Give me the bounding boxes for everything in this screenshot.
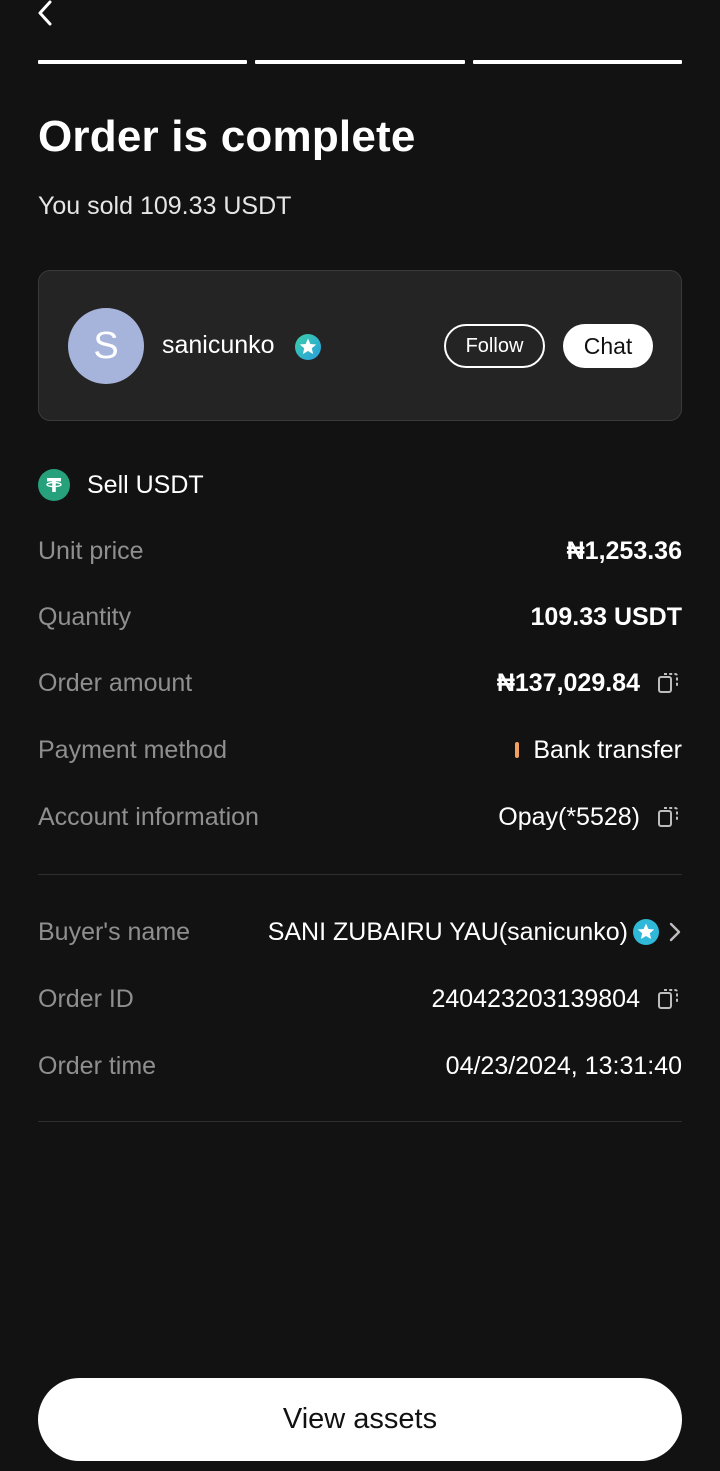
- progress-step: [472, 60, 682, 64]
- detail-row-order-time: Order time 04/23/2024, 13:31:40: [38, 1046, 682, 1086]
- order-type-label: Sell USDT: [87, 470, 204, 499]
- order-id-value: 240423203139804: [431, 984, 640, 1013]
- counterparty-card: S sanicunko Follow Chat: [38, 270, 682, 421]
- page-title: Order is complete: [38, 112, 416, 161]
- page-subtitle: You sold 109.33 USDT: [38, 192, 292, 220]
- order-id-group: 240423203139804: [431, 985, 682, 1014]
- order-amount-value: ₦137,029.84: [496, 668, 640, 697]
- usdt-coin-icon: [38, 469, 70, 501]
- follow-button[interactable]: Follow: [444, 324, 545, 368]
- verified-star-icon: [633, 919, 659, 945]
- detail-row-buyer-name[interactable]: Buyer's name SANI ZUBAIRU YAU(sanicunko): [38, 912, 682, 952]
- detail-label: Account information: [38, 802, 259, 831]
- detail-label: Quantity: [38, 602, 132, 631]
- detail-row-order-id: Order ID 240423203139804: [38, 979, 682, 1019]
- payment-method-indicator: [515, 742, 520, 758]
- payment-method-group: Bank transfer: [515, 736, 682, 765]
- detail-row-payment-method: Payment method Bank transfer: [38, 730, 682, 770]
- divider: [38, 874, 682, 875]
- detail-row-quantity: Quantity 109.33 USDT: [38, 597, 682, 637]
- detail-label: Payment method: [38, 735, 227, 764]
- chevron-left-icon: [38, 0, 52, 26]
- divider: [38, 1121, 682, 1122]
- avatar[interactable]: S: [68, 308, 144, 384]
- progress-step: [255, 60, 465, 64]
- counterparty-name[interactable]: sanicunko: [162, 331, 275, 360]
- detail-label: Buyer's name: [38, 917, 191, 946]
- detail-label: Order ID: [38, 984, 134, 1013]
- detail-label: Order time: [38, 1051, 157, 1080]
- quantity-value: 109.33 USDT: [530, 602, 682, 631]
- order-time-value: 04/23/2024, 13:31:40: [445, 1051, 682, 1080]
- order-amount-group: ₦137,029.84: [497, 669, 682, 698]
- account-information-value: Opay(*5528): [498, 802, 640, 831]
- detail-row-order-amount: Order amount ₦137,029.84: [38, 663, 682, 703]
- progress-step: [38, 60, 248, 64]
- account-information-group: Opay(*5528): [498, 803, 682, 832]
- verified-star-icon: [295, 334, 321, 360]
- copy-icon[interactable]: [654, 669, 682, 697]
- order-progress: [38, 60, 682, 64]
- detail-label: Unit price: [38, 536, 144, 565]
- buyer-name-value: SANI ZUBAIRU YAU(sanicunko): [267, 917, 628, 946]
- back-button[interactable]: [30, 0, 60, 26]
- buyer-name-group[interactable]: SANI ZUBAIRU YAU(sanicunko): [268, 918, 682, 947]
- chevron-right-icon: [669, 922, 681, 942]
- order-type-header: Sell USDT: [38, 469, 204, 501]
- detail-row-unit-price: Unit price ₦1,253.36: [38, 531, 682, 571]
- view-assets-button[interactable]: View assets: [38, 1378, 682, 1461]
- chat-button[interactable]: Chat: [563, 324, 653, 368]
- detail-label: Order amount: [38, 668, 193, 697]
- copy-icon[interactable]: [654, 985, 682, 1013]
- copy-icon[interactable]: [654, 803, 682, 831]
- payment-method-value: Bank transfer: [533, 735, 682, 764]
- detail-row-account-information: Account information Opay(*5528): [38, 797, 682, 837]
- unit-price-value: ₦1,253.36: [566, 536, 682, 565]
